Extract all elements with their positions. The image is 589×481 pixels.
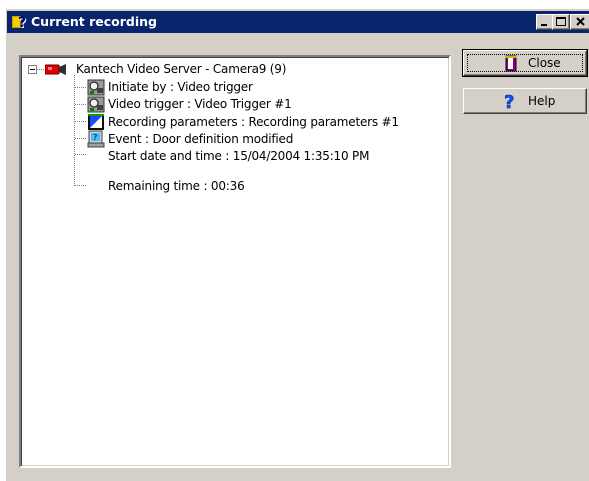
svg-text:?: ? — [93, 133, 97, 142]
tree-item-recording-parameters[interactable]: Recording parameters : Recording paramet… — [108, 114, 399, 130]
camera-icon — [45, 64, 66, 75]
minimize-icon — [541, 24, 547, 26]
current-recording-window: ? ? Current recording Kantech Video Serv… — [5, 8, 589, 481]
recording-help-icon: ? ? — [12, 15, 27, 30]
help-icon: ? — [504, 92, 515, 110]
title-bar[interactable]: ? ? Current recording — [7, 11, 589, 33]
tree-item-video-trigger[interactable]: Video trigger : Video Trigger #1 — [108, 96, 292, 112]
tree-item-initiate-by[interactable]: Initiate by : Video trigger — [108, 79, 253, 95]
close-icon — [576, 17, 585, 26]
maximize-button[interactable] — [552, 14, 570, 30]
video-trigger-icon — [87, 96, 105, 113]
tree-item-label: Remaining time : 00:36 — [108, 179, 245, 193]
tree-collapse-toggle[interactable] — [28, 65, 37, 74]
tree-item-label: Video trigger : Video Trigger #1 — [108, 97, 292, 111]
help-button-label: Help — [528, 94, 556, 108]
door-exit-icon — [505, 55, 517, 72]
tree-root-item[interactable]: Kantech Video Server - Camera9 (9) — [76, 61, 286, 77]
tree-item-remaining-time[interactable]: Remaining time : 00:36 — [108, 178, 245, 194]
tree-item-event[interactable]: Event : Door definition modified — [108, 131, 293, 147]
tree-item-start-date-time[interactable]: Start date and time : 15/04/2004 1:35:10… — [108, 148, 369, 164]
close-button[interactable]: Close — [462, 49, 588, 77]
svg-text:?: ? — [504, 92, 514, 110]
window-title: Current recording — [31, 14, 157, 29]
recording-tree-view[interactable]: Kantech Video Server - Camera9 (9) Initi… — [19, 55, 451, 468]
tree-item-label: Start date and time : 15/04/2004 1:35:10… — [108, 149, 370, 163]
recording-parameters-icon — [88, 114, 104, 130]
top-strip — [0, 0, 589, 8]
tree-item-label: Recording parameters : Recording paramet… — [108, 115, 399, 129]
svg-text:?: ? — [18, 15, 26, 30]
maximize-icon — [556, 17, 566, 26]
event-icon: ? — [87, 130, 105, 148]
tree-item-label: Initiate by : Video trigger — [108, 80, 253, 94]
tree-root-label: Kantech Video Server - Camera9 (9) — [76, 62, 287, 76]
close-window-button[interactable] — [570, 14, 589, 30]
tree-item-label: Event : Door definition modified — [108, 132, 294, 146]
focus-rectangle — [467, 54, 583, 72]
help-button[interactable]: ? Help — [463, 88, 587, 114]
video-trigger-icon — [87, 79, 105, 96]
close-button-label: Close — [528, 56, 561, 70]
